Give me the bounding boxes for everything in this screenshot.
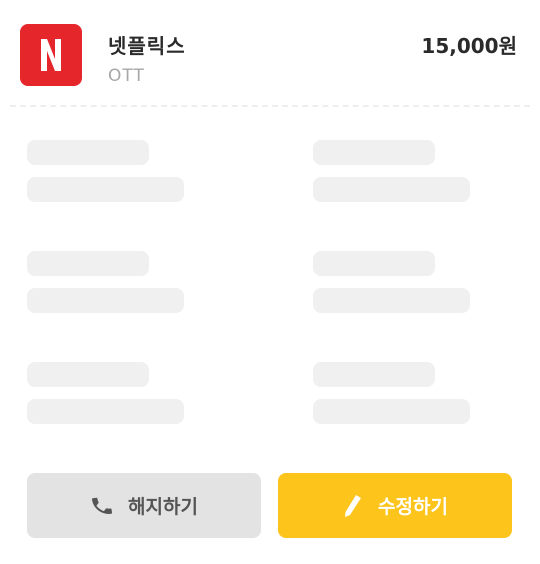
skeleton-label [313,362,435,387]
service-logo [20,24,82,86]
service-price: 15,000원 [421,34,517,58]
dashed-divider [10,105,530,107]
skeleton-value [27,177,184,202]
skeleton-label [313,251,435,276]
skeleton-value [313,399,470,424]
service-name: 넷플릭스 [108,34,186,58]
skeleton-label [27,251,149,276]
cancel-subscription-button[interactable]: 해지하기 [27,473,261,538]
skeleton-label [27,362,149,387]
service-category: OTT [108,66,145,86]
skeleton-value [27,399,184,424]
skeleton-label [27,140,149,165]
skeleton-value [313,177,470,202]
cancel-button-label: 해지하기 [128,496,198,518]
netflix-logo-icon [41,39,61,71]
skeleton-label [313,140,435,165]
skeleton-value [313,288,470,313]
pencil-icon [345,494,362,517]
edit-subscription-button[interactable]: 수정하기 [278,473,512,538]
edit-button-label: 수정하기 [378,496,448,518]
skeleton-value [27,288,184,313]
phone-icon [91,497,113,514]
